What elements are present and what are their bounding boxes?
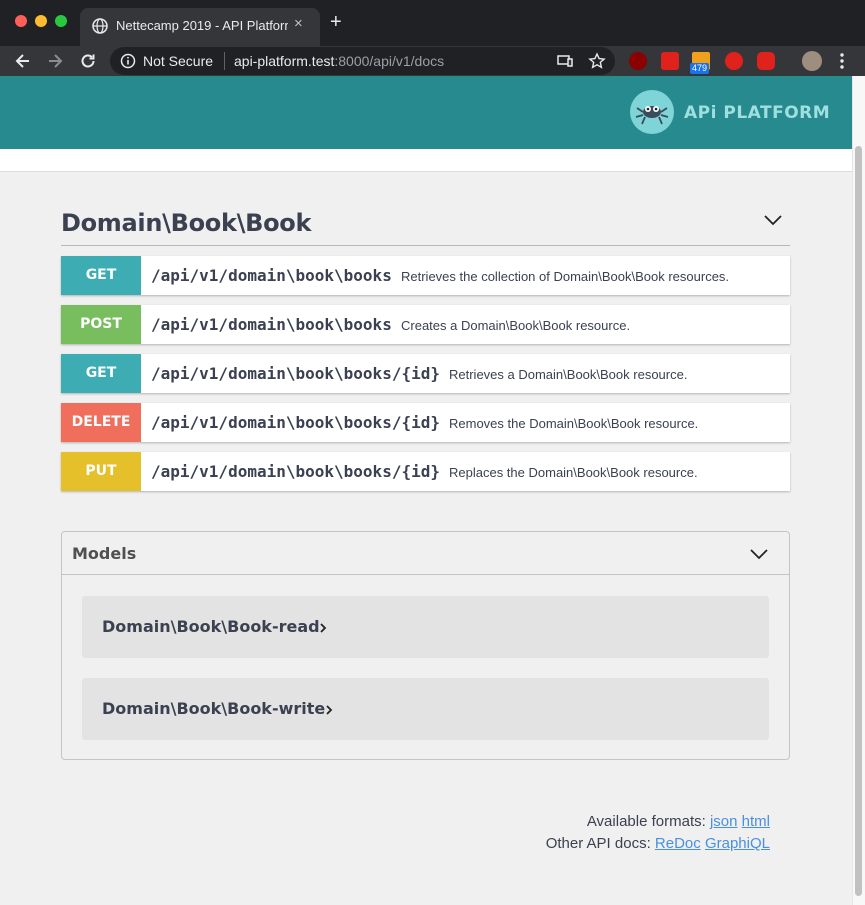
operation-get-item[interactable]: GET /api/v1/domain\book\books/{id} Retri… <box>61 354 790 393</box>
security-label: Not Secure <box>143 53 214 69</box>
operation-path: /api/v1/domain\book\books/{id} <box>151 462 440 481</box>
method-badge: DELETE <box>61 403 141 442</box>
spider-logo-icon <box>630 90 674 134</box>
operation-summary: Creates a Domain\Book\Book resource. <box>401 318 631 333</box>
other-api-docs: Other API docs: ReDoc GraphiQL <box>546 835 770 852</box>
url-host: api-platform.test <box>234 53 335 69</box>
new-tab-button[interactable]: + <box>330 12 342 32</box>
tab-bar: Nettecamp 2019 - API Platform × + <box>0 0 865 46</box>
docs-label: Other API docs: <box>545 835 651 852</box>
format-html-link[interactable]: html <box>742 813 770 830</box>
profile-avatar[interactable] <box>802 51 822 71</box>
chevron-down-icon[interactable] <box>763 213 783 227</box>
forward-arrow-icon[interactable] <box>45 51 65 71</box>
operation-summary: Replaces the Domain\Book\Book resource. <box>449 465 698 480</box>
operation-delete[interactable]: DELETE /api/v1/domain\book\books/{id} Re… <box>61 403 790 442</box>
operation-path: /api/v1/domain\book\books/{id} <box>151 364 440 383</box>
model-item[interactable]: Domain\Book\Book-read <box>82 596 769 658</box>
formats-label: Available formats: <box>586 813 706 830</box>
method-badge: PUT <box>61 452 141 491</box>
logo-text: APi PLATFORM <box>684 103 831 123</box>
method-badge: POST <box>61 305 141 344</box>
info-icon[interactable] <box>120 53 136 69</box>
operation-summary: Removes the Domain\Book\Book resource. <box>449 416 699 431</box>
more-menu-icon[interactable] <box>836 51 848 71</box>
tab-title: Nettecamp 2019 - API Platform <box>116 18 288 33</box>
ublock-extension-icon[interactable] <box>629 52 647 70</box>
section-divider <box>61 245 790 246</box>
models-panel: Models Domain\Book\Book-read Domain\Book… <box>61 531 790 760</box>
operation-path: /api/v1/domain\book\books <box>151 315 392 334</box>
operation-get-collection[interactable]: GET /api/v1/domain\book\books Retrieves … <box>61 256 790 295</box>
redoc-link[interactable]: ReDoc <box>655 835 701 852</box>
extension-badge: 479 <box>690 63 710 74</box>
back-arrow-icon[interactable] <box>13 51 33 71</box>
creative-cloud-extension-icon[interactable] <box>725 52 743 70</box>
cast-icon[interactable] <box>556 52 574 70</box>
browser-toolbar: Not Secure api-platform.test:8000/api/v1… <box>0 46 865 76</box>
method-badge: GET <box>61 354 141 393</box>
tab-close-icon[interactable]: × <box>294 15 303 32</box>
operation-put[interactable]: PUT /api/v1/domain\book\books/{id} Repla… <box>61 452 790 491</box>
globe-icon <box>92 18 108 34</box>
page-content: APi PLATFORM Domain\Book\Book GET /api/v… <box>0 76 852 905</box>
resource-section-title[interactable]: Domain\Book\Book <box>61 209 311 237</box>
maximize-window-button[interactable] <box>55 15 67 27</box>
operation-post[interactable]: POST /api/v1/domain\book\books Creates a… <box>61 305 790 344</box>
url-text[interactable]: api-platform.test:8000/api/v1/docs <box>234 53 444 69</box>
url-path: :8000/api/v1/docs <box>334 53 445 69</box>
api-platform-logo[interactable]: APi PLATFORM <box>630 90 830 134</box>
reload-icon[interactable] <box>78 51 98 71</box>
model-name: Domain\Book\Book-write <box>102 699 326 718</box>
models-header[interactable]: Models <box>62 532 789 575</box>
operation-path: /api/v1/domain\book\books <box>151 266 392 285</box>
graphiql-link[interactable]: GraphiQL <box>705 835 770 852</box>
operation-summary: Retrieves the collection of Domain\Book\… <box>401 269 730 284</box>
format-json-link[interactable]: json <box>710 813 738 830</box>
divider <box>224 52 225 70</box>
extension-icon[interactable] <box>661 52 679 70</box>
minimize-window-button[interactable] <box>35 15 47 27</box>
available-formats: Available formats: json html <box>587 813 770 830</box>
api-platform-header: APi PLATFORM <box>0 76 852 149</box>
chevron-right-icon[interactable] <box>318 622 328 634</box>
bookmark-star-icon[interactable] <box>588 52 606 70</box>
scrollbar-thumb[interactable] <box>855 146 862 896</box>
chevron-down-icon[interactable] <box>749 547 769 561</box>
method-badge: GET <box>61 256 141 295</box>
browser-window: Nettecamp 2019 - API Platform × + Not Se… <box>0 0 865 905</box>
close-window-button[interactable] <box>15 15 27 27</box>
address-bar[interactable]: Not Secure api-platform.test:8000/api/v1… <box>110 47 615 75</box>
header-subbar <box>0 149 852 172</box>
spider-icon <box>635 106 669 125</box>
model-name: Domain\Book\Book-read <box>102 617 320 636</box>
video-extension-icon[interactable] <box>757 52 775 70</box>
browser-tab[interactable]: Nettecamp 2019 - API Platform × <box>80 8 320 46</box>
operation-path: /api/v1/domain\book\books/{id} <box>151 413 440 432</box>
operation-summary: Retrieves a Domain\Book\Book resource. <box>449 367 688 382</box>
model-item[interactable]: Domain\Book\Book-write <box>82 678 769 740</box>
models-title: Models <box>72 544 137 563</box>
chevron-right-icon[interactable] <box>324 704 334 716</box>
